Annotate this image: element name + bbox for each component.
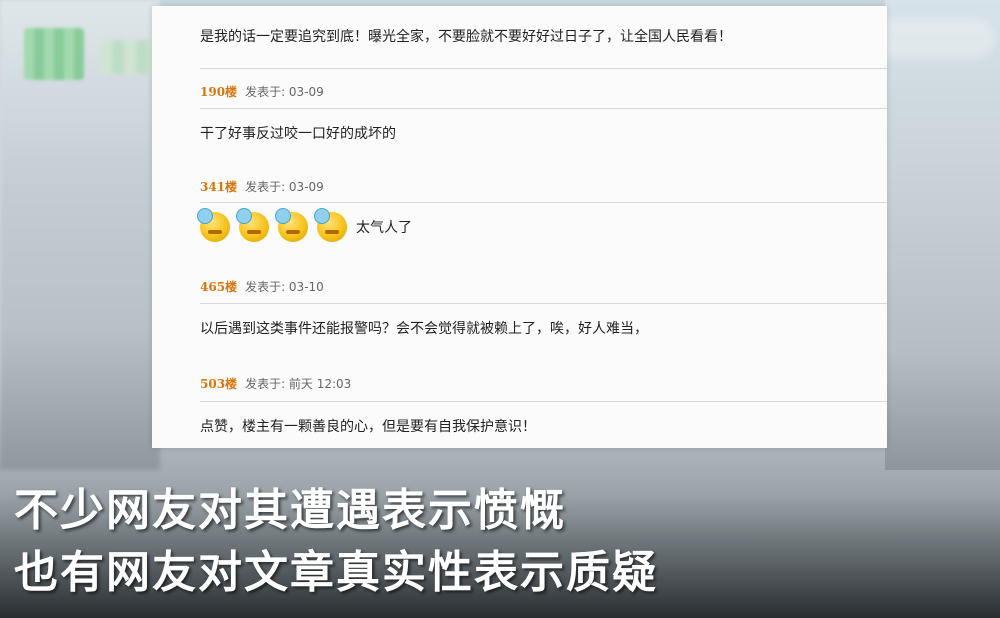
post-date: 发表于: 03-09: [245, 85, 324, 99]
post-text: 是我的话一定要追究到底！曝光全家，不要脸就不要好好过日子了，让全国人民看看！: [200, 29, 732, 45]
post-date: 发表于: 03-09: [245, 180, 324, 194]
post-date: 发表于: 前天 12:03: [245, 377, 352, 391]
post-text: 点赞，楼主有一颗善良的心，但是要有自我保护意识！: [200, 419, 536, 435]
post-meta: 503楼 发表于: 前天 12:03: [200, 375, 351, 392]
caption-line-2: 也有网友对文章真实性表示质疑: [14, 547, 658, 598]
angry-face-icon: [275, 208, 308, 242]
divider: [200, 401, 887, 402]
emoji-row: 太气人了: [197, 208, 412, 242]
post-text: 太气人了: [356, 220, 412, 236]
caption-line-1: 不少网友对其遭遇表示愤慨: [14, 485, 566, 536]
divider: [200, 108, 887, 109]
divider: [200, 303, 887, 304]
floor-number[interactable]: 465楼: [200, 280, 237, 294]
post-date: 发表于: 03-10: [245, 280, 324, 294]
post-text: 以后遇到这类事件还能报警吗？会不会觉得就被赖上了，唉，好人难当，: [200, 321, 648, 337]
post-meta: 341楼 发表于: 03-09: [200, 178, 324, 195]
angry-face-icon: [236, 208, 269, 242]
forum-thread-panel: 是我的话一定要追究到底！曝光全家，不要脸就不要好好过日子了，让全国人民看看！ 1…: [152, 6, 887, 448]
angry-face-icon: [314, 208, 347, 242]
floor-number[interactable]: 190楼: [200, 85, 237, 99]
blurred-logo-icon: [24, 28, 84, 80]
divider: [200, 68, 887, 69]
blurred-background-right: [885, 0, 1000, 470]
post-meta: 190楼 发表于: 03-09: [200, 83, 324, 100]
floor-number[interactable]: 341楼: [200, 180, 237, 194]
angry-face-icon: [197, 208, 230, 242]
divider: [200, 202, 887, 203]
post-text: 干了好事反过咬一口好的成坏的: [200, 126, 396, 142]
post-meta: 465楼 发表于: 03-10: [200, 278, 324, 295]
floor-number[interactable]: 503楼: [200, 377, 237, 391]
